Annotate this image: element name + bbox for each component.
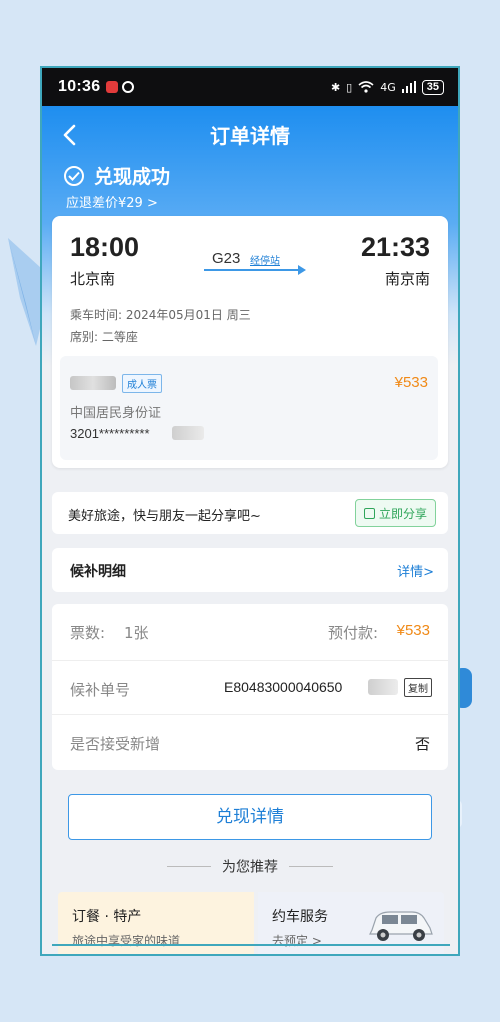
redeem-details-button[interactable]: 兑现详情 [68,794,432,840]
car-icon [369,911,433,941]
page-title: 订单详情 [210,124,290,148]
passenger-info: 成人票 ¥533 中国居民身份证 3201********** [60,356,438,460]
divider [289,866,334,867]
status-icons: ✱ ▯ 4G 35 [330,79,444,95]
seat-class: 席别: 二等座 [70,330,138,344]
prepay-value: ¥533 [396,622,430,639]
order-number-label: 候补单号 [70,681,131,699]
phone-screen: 10:36 ✱ ▯ 4G 35 订单详情 兑现成功 应退差价¥29 > 18:0… [40,66,460,956]
ticket-count-value: 1张 [124,624,149,642]
waitlist-title: 候补明细 [70,564,126,580]
accept-new-label: 是否接受新增 [70,735,161,753]
share-button-label: 立即分享 [378,506,427,521]
ride-date: 乘车时间: 2024年05月01日 周三 [70,308,251,322]
promo-car-service[interactable]: 约车服务 去预定 > [258,892,444,954]
promo-title: 约车服务 [272,909,328,925]
accept-new-row: 是否接受新增 否 [52,714,448,768]
success-text: 兑现成功 [94,166,171,188]
alarm-icon [122,81,135,93]
share-text: 美好旅途，快与朋友一起分享吧~ [68,509,261,524]
order-number-value: E80483000040650 [224,679,343,695]
wifi-icon [358,81,374,93]
notification-icon [106,81,119,93]
signal-icon [401,81,416,93]
recommend-title: 为您推荐 [222,859,278,876]
copy-button[interactable]: 复制 [404,678,432,697]
promo-title: 订餐 · 特产 [72,909,142,925]
divider [166,866,211,867]
via-stations-link[interactable]: 经停站 [250,252,280,267]
order-number-redacted [368,679,398,695]
waitlist-detail-link[interactable]: 详情> [397,561,434,580]
order-info-card: 票数: 1张 预付款: ¥533 候补单号 E80483000040650 复制… [52,604,448,770]
frame-bottom-edge [52,944,450,946]
success-status: 兑现成功 [64,162,170,189]
arrival-time: 21:33 [360,232,430,262]
promo-subtitle: 去预定 > [272,934,322,948]
bluetooth-icon: ✱ [330,80,341,94]
prepay-label: 预付款: [327,624,378,642]
id-type: 中国居民身份证 [70,406,162,421]
route-arrow [204,269,304,271]
departure-station: 北京南 [70,270,116,288]
promo-subtitle: 旅途中享受家的味道 [72,934,181,948]
nav-bar: 订单详情 [42,106,458,164]
share-button[interactable]: 立即分享 [354,499,436,527]
passenger-name-redacted [70,376,116,390]
id-number: 3201********** [70,426,150,441]
status-bar: 10:36 ✱ ▯ 4G 35 [42,68,458,106]
promo-meal-specialty[interactable]: 订餐 · 特产 旅途中享受家的味道 [58,892,254,954]
ticket-count-row: 票数: 1张 预付款: ¥533 [52,604,448,658]
ticket-card: 18:00 北京南 G23 经停站 21:33 南京南 乘车时间: 2024年0… [52,216,448,468]
refund-difference-link[interactable]: 应退差价¥29 > [66,192,158,211]
network-label: 4G [380,80,396,94]
train-number: G23 [212,250,241,267]
share-card: 美好旅途，快与朋友一起分享吧~ 立即分享 [52,492,448,534]
waitlist-card: 候补明细 详情> [52,548,448,592]
accept-new-value: 否 [414,735,430,753]
status-time: 10:36 [58,78,101,95]
check-circle-icon [64,165,84,186]
ticket-count-label: 票数: [70,624,106,642]
share-icon [363,507,375,519]
arrow-right-icon [298,265,306,275]
order-number-row: 候补单号 E80483000040650 复制 [52,660,448,714]
ticket-price: ¥533 [394,374,428,391]
departure-time: 18:00 [70,232,140,262]
id-number-redacted [172,426,204,440]
vibrate-icon: ▯ [346,80,353,94]
ticket-type-badge: 成人票 [122,374,162,393]
battery-icon: 35 [421,79,444,95]
recommend-header: 为您推荐 [42,856,458,877]
arrival-station: 南京南 [384,270,430,288]
